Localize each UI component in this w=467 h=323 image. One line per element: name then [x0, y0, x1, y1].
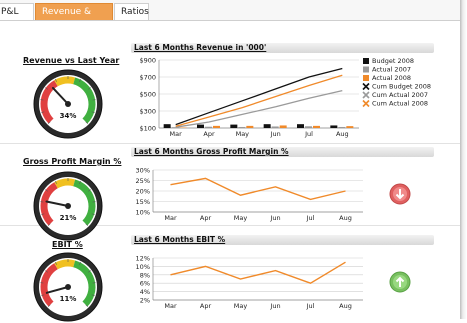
gauge-hub	[65, 101, 71, 107]
gauge-title-revenue: Revenue vs Last Year	[23, 56, 119, 65]
y-tick-label: 20%	[136, 188, 150, 196]
y-tick-label: 12%	[136, 255, 150, 263]
x-tick-label: May	[234, 302, 248, 310]
gauge-title-gross-profit: Gross Profit Margin %	[23, 157, 121, 166]
legend-cross-marker	[363, 92, 369, 98]
x-tick-label: Mar	[170, 130, 183, 138]
cumulative-line	[176, 75, 343, 126]
revenue-gauge: 34%	[32, 68, 104, 140]
x-tick-label: Jun	[269, 214, 280, 222]
gauge-zone-yellow	[56, 182, 74, 185]
gauge-hub	[65, 203, 71, 209]
revenue-bar	[164, 124, 171, 128]
ebit-chart: 2%4%6%8%10%12% Mar Apr May Jun Jul Aug	[131, 248, 381, 313]
legend-label: Actual 2008	[372, 74, 411, 82]
y-tick-label: $500	[139, 91, 156, 99]
y-tick-label: $900	[139, 57, 156, 65]
x-tick-label: Mar	[164, 214, 177, 222]
revenue-bar	[246, 126, 253, 128]
x-tick-label: Mar	[164, 302, 177, 310]
gauge-zone-yellow	[56, 80, 74, 83]
y-tick-label: 15%	[136, 198, 150, 206]
arrow-up-icon[interactable]	[389, 271, 411, 293]
x-tick-label: Apr	[200, 214, 212, 222]
dashboard: P&L Revenue & Profit Ratios Revenue vs L…	[0, 0, 467, 319]
x-tick-label: Jun	[269, 302, 280, 310]
gauge-value-label: 11%	[60, 295, 77, 303]
series-line	[171, 262, 346, 283]
x-tick-label: May	[236, 130, 250, 138]
revenue-bar	[205, 127, 212, 128]
x-tick-label: Aug	[336, 130, 349, 138]
legend-label: Actual 2007	[372, 66, 411, 74]
revenue-bar	[338, 127, 345, 128]
x-tick-label: Jun	[270, 130, 281, 138]
ebit-gauge: 11%	[32, 251, 104, 323]
tab-ratios[interactable]: Ratios	[114, 3, 149, 20]
cumulative-line	[176, 91, 343, 128]
y-tick-label: 4%	[140, 288, 150, 296]
ebit-chart-title: Last 6 Months EBIT %	[131, 235, 434, 245]
x-tick-label: Jul	[304, 130, 313, 138]
revenue-bar	[305, 126, 312, 128]
gross-profit-chart-title: Last 6 Months Gross Profit Margin %	[131, 147, 434, 157]
revenue-chart-title: Last 6 Months Revenue in '000'	[131, 43, 434, 53]
y-tick-label: 10%	[136, 209, 150, 217]
legend-cross-marker	[363, 84, 369, 90]
legend-swatch	[363, 58, 369, 64]
tab-revenue-profit[interactable]: Revenue & Profit	[35, 3, 113, 20]
revenue-bar	[330, 125, 337, 128]
legend-label: Cum Actual 2007	[372, 91, 428, 99]
x-tick-label: Apr	[203, 130, 215, 138]
y-tick-label: $300	[139, 108, 156, 116]
revenue-bar	[238, 127, 245, 128]
revenue-bar	[297, 124, 304, 128]
y-tick-label: $700	[139, 74, 156, 82]
revenue-bar	[264, 124, 271, 128]
y-tick-label: 10%	[136, 263, 150, 271]
x-tick-label: Aug	[339, 302, 352, 310]
revenue-bar	[313, 126, 320, 128]
legend-label: Cum Budget 2008	[372, 83, 431, 91]
revenue-bar	[272, 126, 279, 128]
legend-swatch	[363, 67, 369, 73]
gross-profit-gauge: 21%	[32, 170, 104, 242]
gauge-hub	[65, 284, 71, 290]
legend-cross-marker	[363, 101, 369, 107]
x-tick-label: Jul	[306, 214, 315, 222]
x-tick-label: Jul	[306, 302, 315, 310]
revenue-bar	[197, 125, 204, 128]
tab-pl[interactable]: P&L	[0, 3, 34, 20]
y-tick-label: 30%	[136, 167, 150, 175]
legend-label: Cum Actual 2008	[372, 100, 428, 108]
gauge-value-label: 34%	[60, 112, 77, 120]
arrow-down-icon[interactable]	[389, 183, 411, 205]
y-tick-label: 6%	[140, 280, 150, 288]
gauge-zone-yellow	[56, 263, 74, 266]
x-tick-label: May	[234, 214, 248, 222]
x-tick-label: Apr	[200, 302, 212, 310]
revenue-chart: $100 $300 $500 $700 $900 Mar Apr May Jun Jul Aug Bu…	[131, 55, 451, 143]
section-divider	[0, 143, 460, 144]
revenue-bar	[213, 126, 220, 128]
legend-label: Budget 2008	[372, 57, 414, 65]
series-line	[171, 178, 346, 199]
revenue-bar	[280, 125, 287, 128]
window-edge	[460, 0, 467, 319]
revenue-bar	[230, 125, 237, 128]
y-tick-label: 25%	[136, 177, 150, 185]
y-tick-label: 2%	[140, 297, 150, 305]
gauge-value-label: 21%	[60, 214, 77, 222]
revenue-bar	[346, 126, 353, 128]
y-tick-label: 8%	[140, 271, 150, 279]
x-tick-label: Aug	[339, 214, 352, 222]
gross-profit-chart: 10% 15% 20% 25% 30% Mar Apr May Jun Jul Aug	[131, 160, 381, 225]
legend-swatch	[363, 75, 369, 81]
y-tick-label: $100	[139, 125, 156, 133]
tab-bar: P&L Revenue & Profit Ratios	[0, 0, 460, 21]
